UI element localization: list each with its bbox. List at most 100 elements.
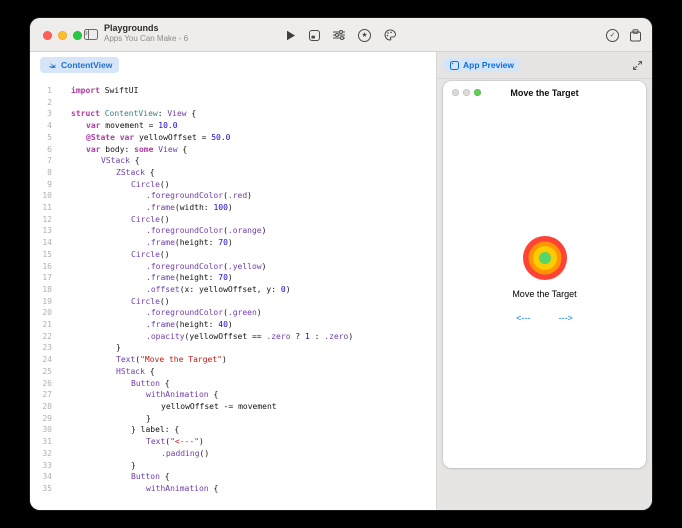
code-line[interactable]: 19Circle() <box>30 296 436 308</box>
code-line[interactable]: 2 <box>30 97 436 109</box>
code-line[interactable]: 1import SwiftUI <box>30 85 436 97</box>
code-line[interactable]: 12Circle() <box>30 214 436 226</box>
line-number: 12 <box>30 214 52 226</box>
main-content: ContentView 1import SwiftUI23struct Cont… <box>30 52 652 510</box>
box-icon <box>630 29 641 42</box>
line-number: 6 <box>30 144 52 156</box>
code-line[interactable]: 7VStack { <box>30 155 436 167</box>
toolbar-right: ✓ <box>606 18 641 52</box>
code-line[interactable]: 16.foregroundColor(.yellow) <box>30 261 436 273</box>
line-number: 16 <box>30 261 52 273</box>
code-line[interactable]: 5@State var yellowOffset = 50.0 <box>30 132 436 144</box>
code-line[interactable]: 20.foregroundColor(.green) <box>30 307 436 319</box>
move-left-button[interactable]: <--- <box>516 313 530 323</box>
preview-window-dot <box>463 89 470 96</box>
move-buttons: <--- ---> <box>516 313 573 323</box>
preview-app-body: Move the Target <--- ---> <box>443 105 646 468</box>
traffic-lights <box>43 31 82 40</box>
code-line[interactable]: 6var body: some View { <box>30 144 436 156</box>
line-number: 25 <box>30 366 52 378</box>
code-line[interactable]: 17.frame(height: 70) <box>30 272 436 284</box>
checkmark-circle-icon: ✓ <box>606 29 619 42</box>
code-line[interactable]: 24Text("Move the Target") <box>30 354 436 366</box>
code-line[interactable]: 22.opacity(yellowOffset == .zero ? 1 : .… <box>30 331 436 343</box>
swift-icon <box>47 60 57 70</box>
line-number: 5 <box>30 132 52 144</box>
line-number: 9 <box>30 179 52 191</box>
frame-icon <box>309 30 320 41</box>
code-line[interactable]: 25HStack { <box>30 366 436 378</box>
target-label: Move the Target <box>512 289 576 299</box>
check-button[interactable]: ✓ <box>606 29 619 42</box>
library-button[interactable] <box>630 29 641 42</box>
run-button[interactable] <box>286 30 296 41</box>
code-line[interactable]: 32.padding() <box>30 448 436 460</box>
preview-window-dot <box>474 89 481 96</box>
line-number: 7 <box>30 155 52 167</box>
code-line[interactable]: 3struct ContentView: View { <box>30 108 436 120</box>
minimize-button[interactable] <box>58 31 67 40</box>
code-line[interactable]: 35withAnimation { <box>30 483 436 495</box>
window-title: Playgrounds <box>104 23 188 34</box>
preview-header: App Preview <box>437 52 652 79</box>
app-preview-tab[interactable]: App Preview <box>444 58 520 72</box>
code-line[interactable]: 34Button { <box>30 471 436 483</box>
line-number: 35 <box>30 483 52 495</box>
code-line[interactable]: 14.frame(height: 70) <box>30 237 436 249</box>
line-number: 32 <box>30 448 52 460</box>
code-line[interactable]: 4var movement = 10.0 <box>30 120 436 132</box>
sidebar-toggle-button[interactable] <box>84 29 98 40</box>
code-line[interactable]: 29} <box>30 413 436 425</box>
star-circle-icon: ★ <box>358 29 371 42</box>
code-line[interactable]: 9Circle() <box>30 179 436 191</box>
close-button[interactable] <box>43 31 52 40</box>
sliders-icon <box>333 30 345 40</box>
line-number: 4 <box>30 120 52 132</box>
line-number: 19 <box>30 296 52 308</box>
code-line[interactable]: 27withAnimation { <box>30 389 436 401</box>
code-line[interactable]: 11.frame(width: 100) <box>30 202 436 214</box>
code-line[interactable]: 33} <box>30 460 436 472</box>
line-number: 15 <box>30 249 52 261</box>
code-line[interactable]: 18.offset(x: yellowOffset, y: 0) <box>30 284 436 296</box>
preview-traffic-lights <box>452 89 481 96</box>
preview-app-title: Move the Target <box>510 88 578 98</box>
line-number: 23 <box>30 342 52 354</box>
inspector-button[interactable] <box>333 30 345 40</box>
move-right-button[interactable]: ---> <box>559 313 573 323</box>
code-editor-pane[interactable]: ContentView 1import SwiftUI23struct Cont… <box>30 52 437 510</box>
characters-button[interactable] <box>384 29 396 41</box>
app-preview-card: Move the Target Move the Target <--- ---… <box>443 81 646 468</box>
code-line[interactable]: 23} <box>30 342 436 354</box>
contentview-tag[interactable]: ContentView <box>40 57 119 73</box>
code-lines[interactable]: 1import SwiftUI23struct ContentView: Vie… <box>30 85 436 495</box>
line-number: 29 <box>30 413 52 425</box>
code-line[interactable]: 28yellowOffset -= movement <box>30 401 436 413</box>
titlebar: Playgrounds Apps You Can Make - 6 <box>30 18 652 52</box>
zoom-button[interactable] <box>73 31 82 40</box>
code-line[interactable]: 30} label: { <box>30 424 436 436</box>
expand-preview-button[interactable] <box>630 58 645 73</box>
code-line[interactable]: 15Circle() <box>30 249 436 261</box>
live-view-button[interactable] <box>309 30 320 41</box>
line-number: 1 <box>30 85 52 97</box>
line-number: 30 <box>30 424 52 436</box>
app-preview-label: App Preview <box>463 60 514 70</box>
code-line[interactable]: 21.frame(height: 40) <box>30 319 436 331</box>
line-number: 20 <box>30 307 52 319</box>
play-icon <box>286 30 296 41</box>
code-line[interactable]: 26Button { <box>30 378 436 390</box>
line-number: 13 <box>30 225 52 237</box>
line-number: 8 <box>30 167 52 179</box>
guides-button[interactable]: ★ <box>358 29 371 42</box>
preview-pane: App Preview Move the Target <box>437 52 652 510</box>
code-line[interactable]: 10.foregroundColor(.red) <box>30 190 436 202</box>
line-number: 17 <box>30 272 52 284</box>
line-number: 14 <box>30 237 52 249</box>
code-line[interactable]: 8ZStack { <box>30 167 436 179</box>
code-line[interactable]: 13.foregroundColor(.orange) <box>30 225 436 237</box>
green-circle <box>539 252 551 264</box>
line-number: 21 <box>30 319 52 331</box>
line-number: 28 <box>30 401 52 413</box>
code-line[interactable]: 31Text("<---") <box>30 436 436 448</box>
